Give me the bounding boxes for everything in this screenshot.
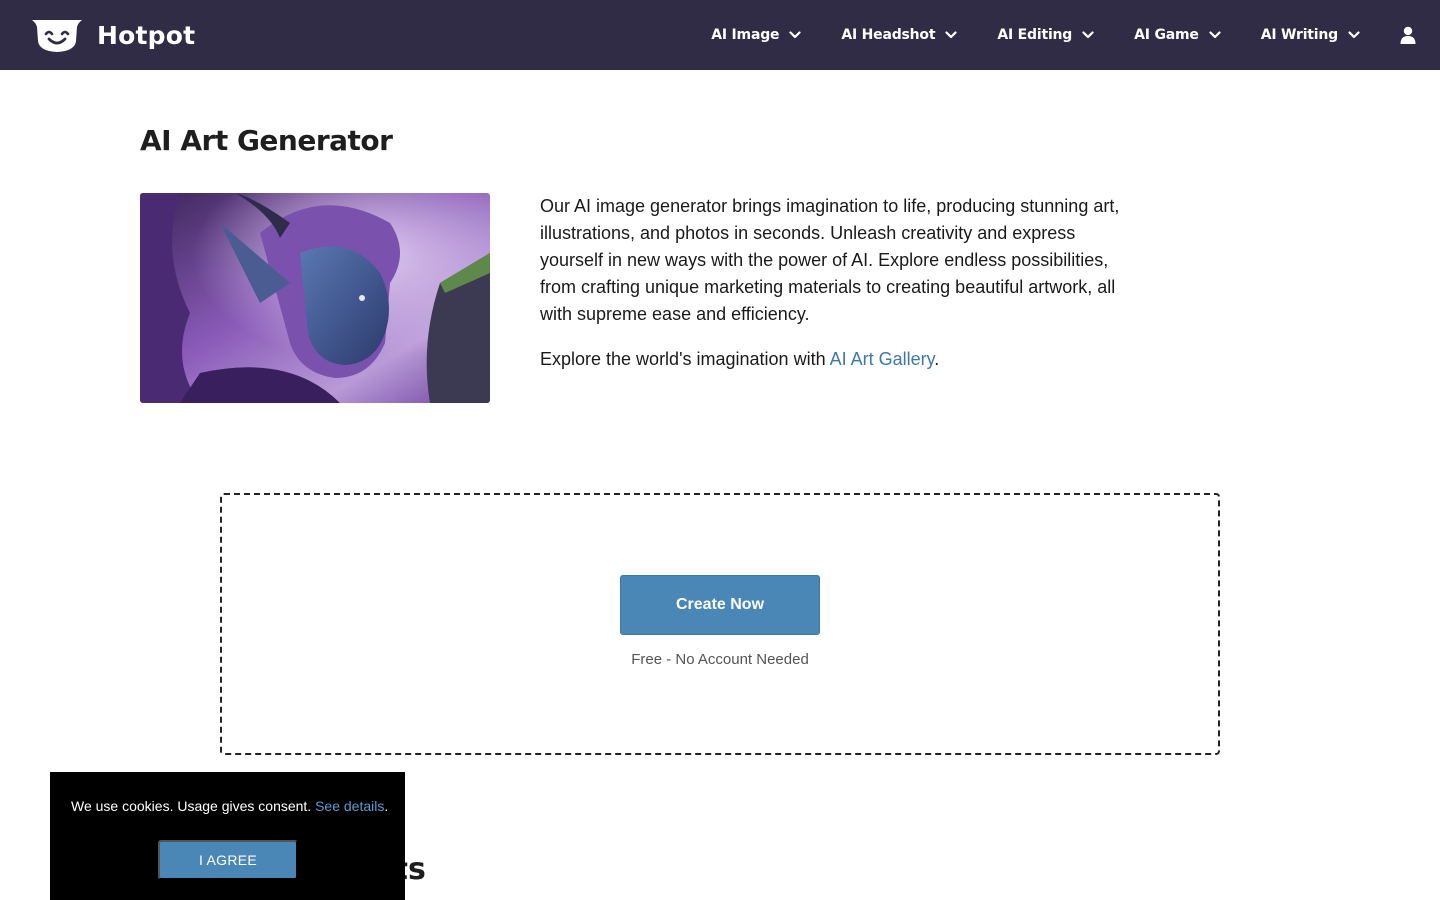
nav-ai-writing[interactable]: AI Writing bbox=[1261, 27, 1360, 43]
main-nav: AI Image AI Headshot AI Editing AI Game … bbox=[711, 0, 1440, 70]
nav-label: AI Editing bbox=[997, 27, 1073, 43]
create-panel: Create Now Free - No Account Needed bbox=[220, 493, 1220, 755]
see-details-link[interactable]: See details bbox=[315, 798, 384, 814]
nav-ai-editing[interactable]: AI Editing bbox=[997, 27, 1094, 43]
intro-description: Our AI image generator brings imaginatio… bbox=[540, 196, 1120, 324]
nav-label: AI Game bbox=[1134, 27, 1199, 43]
page-title: AI Art Generator bbox=[140, 124, 393, 157]
hotpot-mascot-icon bbox=[32, 20, 82, 52]
create-now-button[interactable]: Create Now bbox=[620, 575, 820, 635]
nav-label: AI Image bbox=[711, 27, 780, 43]
gallery-line: Explore the world's imagination with AI … bbox=[540, 346, 1140, 373]
agree-button[interactable]: I AGREE bbox=[158, 840, 298, 880]
chevron-down-icon bbox=[1348, 31, 1360, 39]
chevron-down-icon bbox=[1209, 31, 1221, 39]
nav-ai-game[interactable]: AI Game bbox=[1134, 27, 1221, 43]
gallery-prefix: Explore the world's imagination with bbox=[540, 349, 830, 369]
cookie-text: We use cookies. Usage gives consent. bbox=[71, 798, 316, 814]
create-subtext: Free - No Account Needed bbox=[631, 651, 809, 668]
nav-ai-image[interactable]: AI Image bbox=[711, 27, 801, 43]
hero-image bbox=[140, 193, 490, 403]
cookie-banner: We use cookies. Usage gives consent. See… bbox=[50, 772, 405, 900]
chevron-down-icon bbox=[789, 31, 801, 39]
nav-label: AI Writing bbox=[1260, 27, 1339, 43]
intro-text: Our AI image generator brings imaginatio… bbox=[540, 193, 1140, 373]
cookie-suffix: . bbox=[384, 798, 389, 814]
brand-name: Hotpot bbox=[97, 20, 196, 50]
gallery-suffix: . bbox=[934, 349, 940, 369]
nav-ai-headshot[interactable]: AI Headshot bbox=[841, 27, 957, 43]
hotpot-logo[interactable]: Hotpot bbox=[30, 15, 195, 55]
chevron-down-icon bbox=[1082, 31, 1094, 39]
chevron-down-icon bbox=[945, 31, 957, 39]
ai-art-gallery-link[interactable]: AI Art Gallery bbox=[830, 349, 935, 369]
nav-label: AI Headshot bbox=[841, 27, 936, 43]
cookie-message: We use cookies. Usage gives consent. See… bbox=[71, 798, 388, 814]
user-icon[interactable] bbox=[1400, 26, 1416, 44]
top-navigation-bar: Hotpot AI Image AI Headshot AI Editing A… bbox=[0, 0, 1440, 70]
